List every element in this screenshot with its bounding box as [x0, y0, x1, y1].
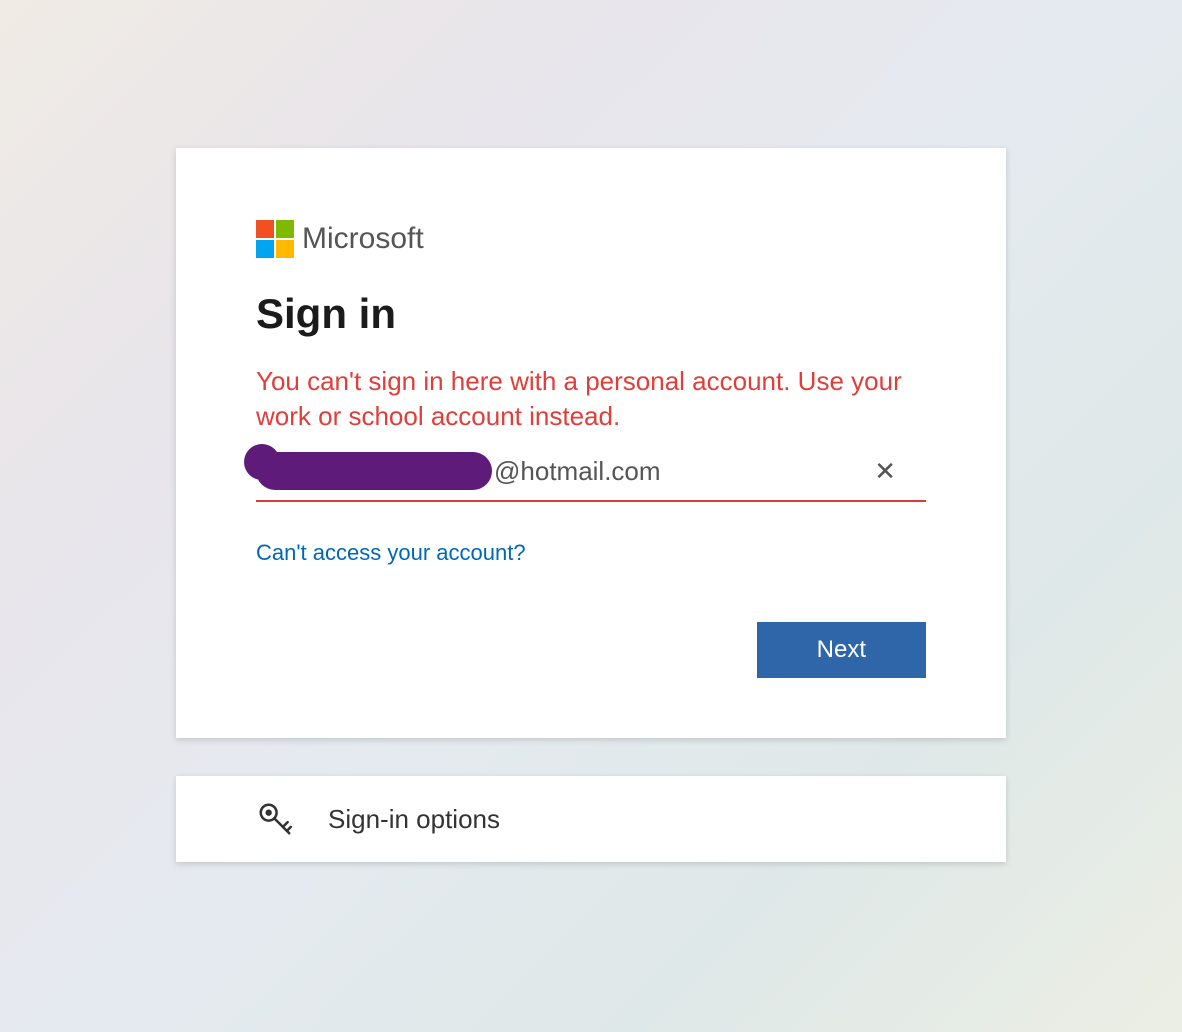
cant-access-link[interactable]: Can't access your account?	[256, 540, 526, 566]
signin-options-card[interactable]: Sign-in options	[176, 776, 1006, 862]
brand-row: Microsoft	[256, 220, 926, 258]
close-icon: ✕	[874, 456, 896, 486]
signin-card: Microsoft Sign in You can't sign in here…	[176, 148, 1006, 738]
key-icon	[256, 800, 294, 838]
redaction-mark	[256, 452, 492, 490]
signin-title: Sign in	[256, 290, 926, 338]
next-button[interactable]: Next	[757, 622, 926, 678]
signin-options-label: Sign-in options	[328, 804, 500, 835]
microsoft-logo-icon	[256, 220, 294, 258]
error-message: You can't sign in here with a personal a…	[256, 364, 926, 434]
button-row: Next	[256, 622, 926, 678]
clear-input-button[interactable]: ✕	[864, 456, 906, 487]
email-input-row: ✕	[256, 452, 926, 502]
email-field[interactable]	[492, 456, 864, 487]
brand-name: Microsoft	[302, 222, 424, 256]
